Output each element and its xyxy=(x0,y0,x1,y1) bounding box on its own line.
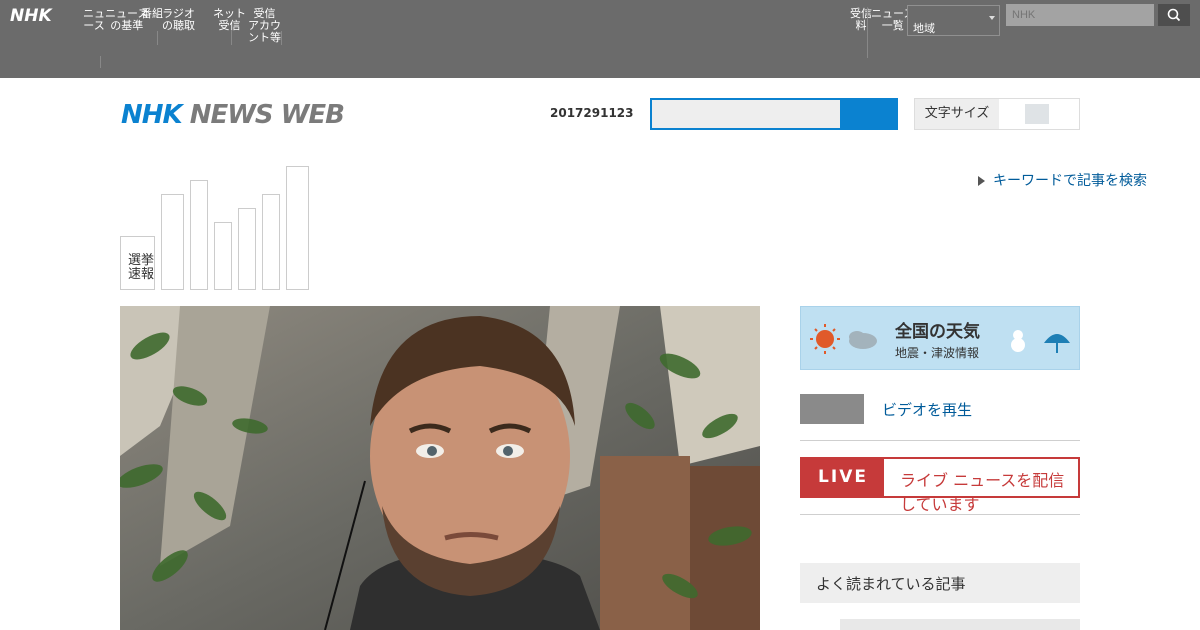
news-search xyxy=(650,98,898,130)
person-photo-icon xyxy=(120,306,760,630)
text-size-control: 文字サイズ xyxy=(914,98,1080,130)
keyword-search-link[interactable]: キーワードで記事を検索 xyxy=(978,170,1147,190)
chevron-down-icon xyxy=(989,16,995,20)
sun-cloud-icon xyxy=(810,324,877,354)
live-banner[interactable]: LIVE ライブ ニュースを配信しています xyxy=(800,457,1080,514)
nav-divider xyxy=(157,31,158,45)
tab-bar[interactable] xyxy=(238,208,256,290)
nav-item-programs[interactable]: 番組 xyxy=(141,8,163,20)
triangle-right-icon xyxy=(978,176,985,186)
news-web-logo[interactable]: NHK NEWS WEB xyxy=(121,100,345,130)
tab-bar[interactable] xyxy=(214,222,232,290)
text-size-toggle[interactable] xyxy=(1025,104,1049,124)
live-text: ライブ ニュースを配信しています xyxy=(900,471,1065,514)
divider xyxy=(800,440,1080,441)
popular-articles-title: よく読まれている記事 xyxy=(816,575,966,593)
search-icon xyxy=(1167,8,1181,22)
nav-item-radio[interactable]: ラジオ の聴取 xyxy=(162,8,195,32)
nav-divider xyxy=(281,31,282,45)
weather-subtitle: 地震・津波情報 xyxy=(895,346,980,360)
lead-photo[interactable] xyxy=(120,306,760,630)
brand-news-web: NEWS WEB xyxy=(189,100,345,130)
site-search-input[interactable] xyxy=(1006,4,1154,26)
video-link[interactable]: ビデオを再生 xyxy=(882,399,972,420)
video-button[interactable] xyxy=(800,394,864,424)
nav-divider xyxy=(231,31,232,45)
weather-title: 全国の天気 xyxy=(895,322,980,342)
nav-item-account[interactable]: 受信 アカウ ント等 xyxy=(248,8,281,44)
tab-bar[interactable] xyxy=(262,194,280,290)
nav-item-net[interactable]: ネット 受信 xyxy=(213,8,246,32)
header-date: 2017291123 xyxy=(550,106,634,120)
article-thumbnail[interactable] xyxy=(840,619,1080,630)
global-header: NHK ニュ ース ニュース の基準 番組 ラジオ の聴取 ネット 受信 受信 … xyxy=(0,0,1200,78)
nav-divider xyxy=(867,8,868,58)
nav-item-fee[interactable]: 受信 料 xyxy=(850,8,872,32)
region-select-value: 地域 xyxy=(913,22,935,35)
tab-bar[interactable] xyxy=(286,166,309,290)
snowman-umbrella-icon xyxy=(1011,330,1070,353)
tab-bar[interactable] xyxy=(190,180,208,290)
tab-election-label: 選挙 速報 xyxy=(128,253,155,282)
tab-bar[interactable] xyxy=(161,194,184,290)
nav-item-news[interactable]: ニュ ース xyxy=(83,8,105,32)
weather-banner[interactable]: 全国の天気 地震・津波情報 xyxy=(800,306,1080,370)
site-search-button[interactable] xyxy=(1158,4,1190,26)
keyword-search-link-label: キーワードで記事を検索 xyxy=(993,173,1147,189)
region-select[interactable]: 地域 xyxy=(907,5,1000,36)
nav-divider xyxy=(100,56,101,68)
divider xyxy=(800,514,1080,515)
popular-articles-header: よく読まれている記事 xyxy=(800,563,1080,603)
text-size-label: 文字サイズ xyxy=(915,99,999,129)
news-search-input[interactable] xyxy=(652,100,840,128)
brand-nhk: NHK xyxy=(121,100,183,130)
live-badge: LIVE xyxy=(802,459,884,496)
nhk-logo[interactable]: NHK xyxy=(10,6,52,26)
